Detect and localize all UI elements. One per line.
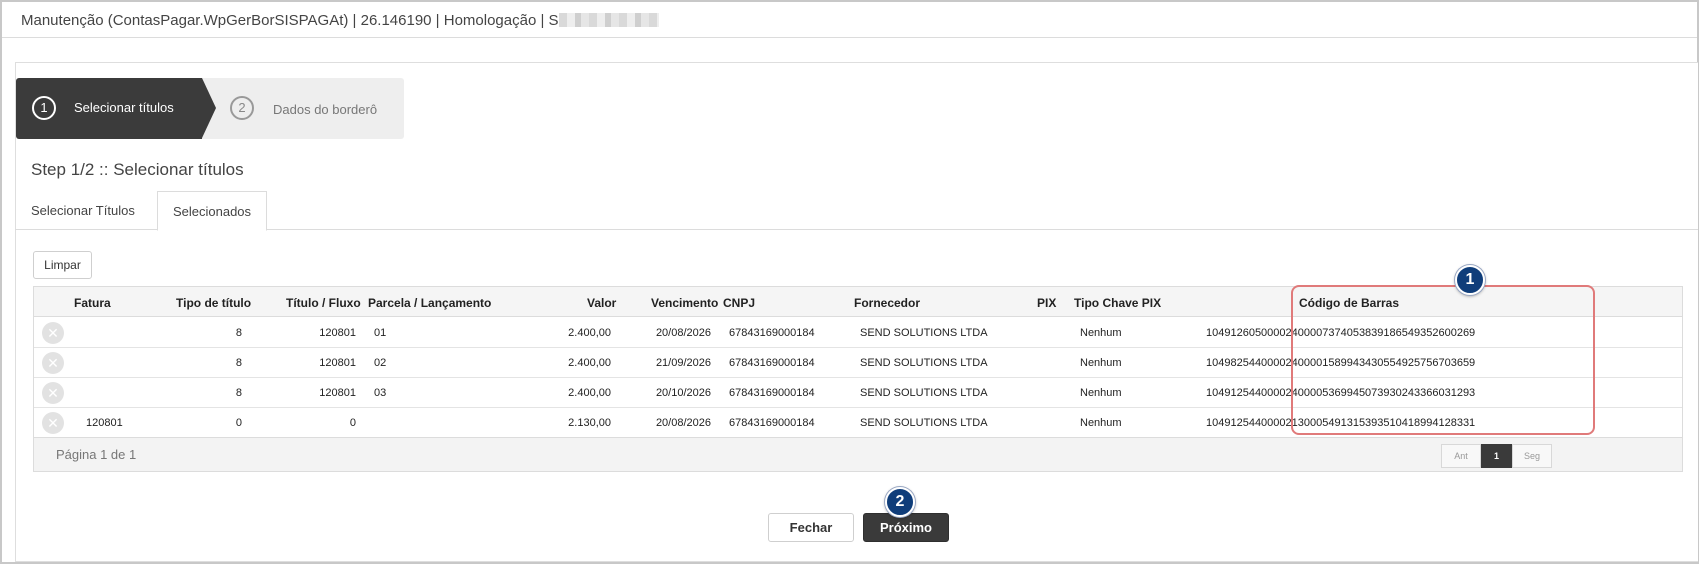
cell-parcela: 02 bbox=[374, 357, 387, 369]
cell-cnpj: 67843169000184 bbox=[729, 417, 815, 429]
pagination-bar: Página 1 de 1 Ant 1 Seg bbox=[34, 437, 1682, 471]
col-tipo-chave-pix[interactable]: Tipo Chave PIX bbox=[1074, 296, 1161, 310]
cell-tipo: 8 bbox=[235, 387, 242, 399]
cell-valor: 2.130,00 bbox=[568, 417, 611, 429]
cell-parcela: 03 bbox=[374, 387, 387, 399]
cell-tipo: 8 bbox=[235, 327, 242, 339]
cell-titulo: 120801 bbox=[319, 327, 356, 339]
cell-vencimento: 20/10/2026 bbox=[655, 387, 711, 399]
cell-fornecedor: SEND SOLUTIONS LTDA bbox=[860, 357, 988, 369]
cell-valor: 2.400,00 bbox=[568, 357, 611, 369]
step-2-number: 2 bbox=[230, 96, 254, 120]
next-button[interactable]: Próximo bbox=[863, 513, 949, 542]
cell-fornecedor: SEND SOLUTIONS LTDA bbox=[860, 417, 988, 429]
col-fornecedor[interactable]: Fornecedor bbox=[854, 296, 920, 310]
annotation-badge-2: 2 bbox=[885, 487, 915, 517]
tab-selecionar-titulos[interactable]: Selecionar Títulos bbox=[31, 191, 135, 230]
annotation-badge-1: 1 bbox=[1455, 265, 1485, 295]
cell-tipo: 0 bbox=[235, 417, 242, 429]
cell-vencimento: 21/09/2026 bbox=[655, 357, 711, 369]
cell-parcela: 01 bbox=[374, 327, 387, 339]
wizard-step-1[interactable]: 1 Selecionar títulos bbox=[16, 78, 216, 139]
col-vencimento[interactable]: Vencimento bbox=[651, 296, 718, 310]
col-titulo-fluxo[interactable]: Título / Fluxo bbox=[286, 296, 361, 310]
redacted-text bbox=[558, 13, 659, 27]
cell-titulo: 120801 bbox=[319, 387, 356, 399]
cell-fornecedor: SEND SOLUTIONS LTDA bbox=[860, 387, 988, 399]
tab-bar: Selecionar Títulos Selecionados bbox=[15, 191, 1698, 231]
cell-tipo: 8 bbox=[235, 357, 242, 369]
cell-tipo-chave: Nenhum bbox=[1080, 387, 1122, 399]
step-2-label: Dados do borderô bbox=[273, 102, 378, 117]
page-info: Página 1 de 1 bbox=[56, 447, 137, 462]
prev-page-button[interactable]: Ant bbox=[1441, 444, 1481, 468]
cell-titulo: 0 bbox=[349, 417, 356, 429]
cell-valor: 2.400,00 bbox=[568, 327, 611, 339]
title-bar: Manutenção (ContasPagar.WpGerBorSISPAGAt… bbox=[2, 2, 1697, 38]
col-fatura[interactable]: Fatura bbox=[74, 296, 111, 310]
cell-cnpj: 67843169000184 bbox=[729, 387, 815, 399]
cell-fornecedor: SEND SOLUTIONS LTDA bbox=[860, 327, 988, 339]
remove-row-icon[interactable]: ✕ bbox=[42, 382, 64, 404]
cell-valor: 2.400,00 bbox=[568, 387, 611, 399]
col-tipo-titulo[interactable]: Tipo de título bbox=[176, 296, 251, 310]
cell-vencimento: 20/08/2026 bbox=[655, 417, 711, 429]
remove-row-icon[interactable]: ✕ bbox=[42, 322, 64, 344]
clear-button[interactable]: Limpar bbox=[33, 251, 92, 279]
next-page-button[interactable]: Seg bbox=[1512, 444, 1552, 468]
cell-tipo-chave: Nenhum bbox=[1080, 327, 1122, 339]
cell-cnpj: 67843169000184 bbox=[729, 357, 815, 369]
cell-tipo-chave: Nenhum bbox=[1080, 357, 1122, 369]
tab-selecionados[interactable]: Selecionados bbox=[157, 191, 267, 231]
cell-titulo: 120801 bbox=[319, 357, 356, 369]
cell-cnpj: 67843169000184 bbox=[729, 327, 815, 339]
close-button[interactable]: Fechar bbox=[768, 513, 854, 542]
step-title: Step 1/2 :: Selecionar títulos bbox=[31, 160, 244, 179]
cell-fatura: 120801 bbox=[86, 417, 123, 429]
step-1-number: 1 bbox=[32, 96, 56, 120]
window-title: Manutenção (ContasPagar.WpGerBorSISPAGAt… bbox=[21, 12, 659, 29]
cell-tipo-chave: Nenhum bbox=[1080, 417, 1122, 429]
col-parcela-lancamento[interactable]: Parcela / Lançamento bbox=[368, 296, 491, 310]
barcode-highlight bbox=[1291, 285, 1595, 435]
page-1-button[interactable]: 1 bbox=[1481, 444, 1512, 468]
step-1-label: Selecionar títulos bbox=[74, 100, 174, 115]
col-valor[interactable]: Valor bbox=[587, 296, 616, 310]
col-pix[interactable]: PIX bbox=[1037, 296, 1056, 310]
remove-row-icon[interactable]: ✕ bbox=[42, 412, 64, 434]
cell-vencimento: 20/08/2026 bbox=[655, 327, 711, 339]
remove-row-icon[interactable]: ✕ bbox=[42, 352, 64, 374]
col-cnpj[interactable]: CNPJ bbox=[723, 296, 755, 310]
